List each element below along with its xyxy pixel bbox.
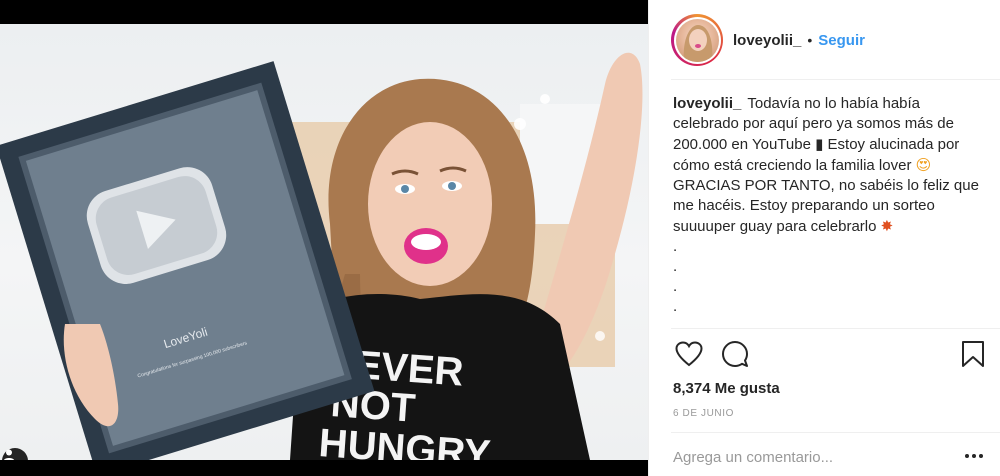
comment-input[interactable] [673,446,933,468]
instagram-post: NEVER NOT HUNGRY LoveYoli Congratulation… [0,0,1000,476]
actions-divider [671,328,1000,329]
more-dot-icon [965,454,969,458]
heart-icon [675,341,703,367]
caption-text-part-3: GRACIAS POR TANTO, no sabéis lo feliz qu… [673,177,979,235]
more-options-button[interactable] [961,448,987,464]
caption: loveyolii_ Todavía no lo había había cele… [673,94,983,326]
caption-dot-4: . [673,298,678,315]
comment-button[interactable] [719,338,751,370]
avatar-photo [683,24,712,62]
like-button[interactable] [673,338,705,370]
header-username[interactable]: loveyolii_ [733,32,801,49]
silver-play-button-plaque: LoveYoli Congratulations for surpassing … [0,61,375,460]
comment-bubble-icon [722,341,748,367]
more-dot-icon [979,454,983,458]
comment-divider [671,432,1000,433]
header-divider [671,79,1000,80]
photo-pane: NEVER NOT HUNGRY LoveYoli Congratulation… [0,0,648,476]
caption-username[interactable]: loveyolii_ [673,95,741,112]
caption-dot-2: . [673,258,678,275]
post-header: loveyolii_ • Seguir [649,0,1000,80]
person-icon [3,449,15,460]
action-bar [673,338,989,374]
more-dot-icon [972,454,976,458]
caption-dot-1: . [673,238,678,255]
caption-dot-3: . [673,278,678,295]
avatar-story-ring[interactable] [671,14,723,66]
likes-count[interactable]: 8,374 Me gusta [673,380,780,397]
save-button[interactable] [957,338,989,370]
post-date[interactable]: 6 DE JUNIO [673,408,734,419]
caption-dot-5: . [673,317,983,326]
collision-emoji: ✸ [880,217,894,235]
avatar [675,18,719,62]
caption-emoji-1: ▮ [815,135,824,153]
header-separator: • [807,32,813,48]
photo-illustration: NEVER NOT HUNGRY LoveYoli Congratulation… [0,52,643,460]
post-sidebar: loveyolii_ • Seguir loveyolii_ Todavía no… [648,0,1000,476]
post-photo[interactable]: NEVER NOT HUNGRY LoveYoli Congratulation… [0,24,648,460]
follow-button[interactable]: Seguir [818,32,865,49]
bookmark-icon [962,341,984,367]
heart-eyes-emoji: 😍 [915,156,932,174]
